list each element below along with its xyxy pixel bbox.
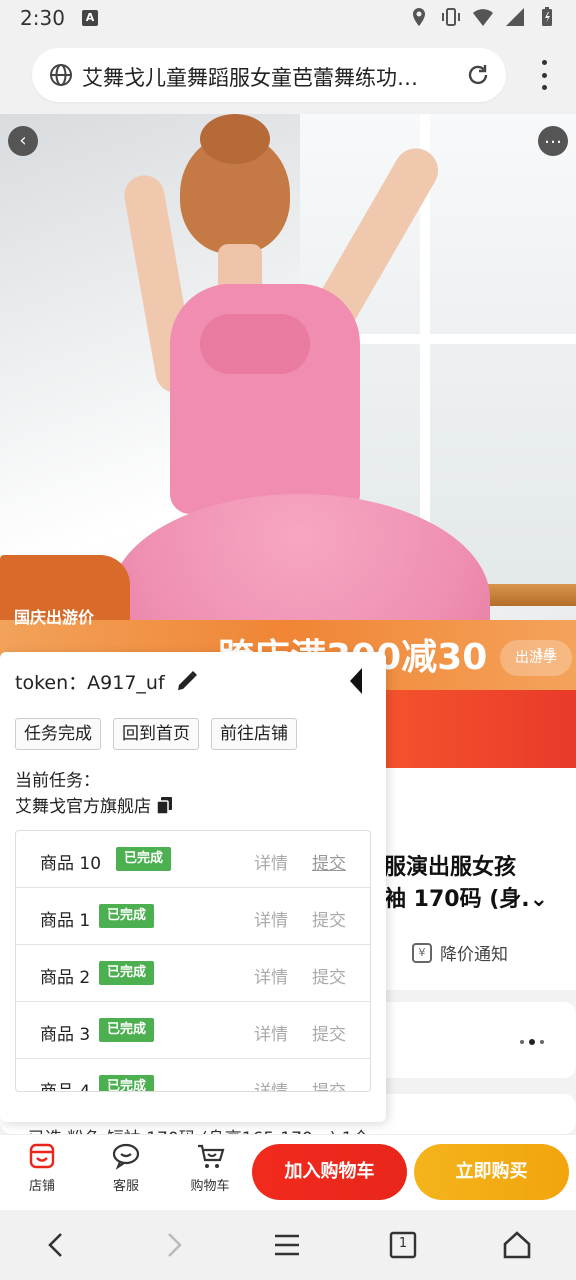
promo-tag-text: 国庆出游价	[14, 608, 95, 627]
price-notify-button[interactable]: ¥ 降价通知	[412, 940, 508, 965]
service-button[interactable]: 客服	[96, 1141, 156, 1194]
buy-now-button[interactable]: 立即购买	[414, 1144, 569, 1200]
cart-label: 购物车	[190, 1179, 230, 1194]
current-task-label: 当前任务：	[15, 771, 100, 791]
cart-icon	[198, 1144, 225, 1168]
signal-icon	[504, 6, 526, 28]
copy-icon[interactable]	[155, 795, 175, 815]
tabs-count: 1	[398, 1236, 408, 1251]
current-task: 艾舞戈官方旗舰店	[15, 792, 175, 817]
item-name: 商品 10	[40, 854, 102, 874]
token-value: A917_uf	[87, 672, 165, 694]
detail-link[interactable]: 详情	[254, 1020, 288, 1045]
status-badge: 已完成	[99, 961, 155, 985]
back-icon[interactable]: ‹	[8, 126, 38, 156]
detail-link[interactable]: 详情	[254, 1077, 288, 1091]
task-complete-button[interactable]: 任务完成	[15, 718, 101, 750]
collapse-triangle-icon[interactable]	[346, 666, 366, 696]
current-task-name: 艾舞戈官方旗舰店	[15, 797, 151, 817]
image-counter: 1/5	[536, 646, 556, 660]
status-time: 2:30	[20, 6, 65, 30]
more-icon[interactable]: …	[538, 126, 568, 156]
price-notify-label: 降价通知	[440, 945, 508, 965]
battery-icon	[536, 6, 558, 28]
price-notify-icon: ¥	[412, 942, 432, 963]
token-label: token：	[15, 672, 88, 694]
back-home-button[interactable]: 回到首页	[113, 718, 199, 750]
service-label: 客服	[112, 1179, 139, 1194]
item-list: 商品 10 已完成 详情 提交 商品 1 已完成 详情 提交 商品 2 已完成 …	[15, 830, 371, 1092]
shop-label: 店铺	[28, 1179, 55, 1194]
item-name: 商品 1	[40, 911, 91, 931]
address-bar[interactable]: 艾舞戈儿童舞蹈服女童芭蕾舞练功…	[32, 48, 506, 102]
status-icons	[408, 6, 558, 28]
status-badge: 已完成	[99, 1018, 155, 1042]
item-name: 商品 2	[40, 968, 91, 988]
add-to-cart-button[interactable]: 加入购物车	[252, 1144, 407, 1200]
url-title[interactable]: 艾舞戈儿童舞蹈服女童芭蕾舞练功…	[82, 62, 448, 92]
list-item: 商品 10 已完成 详情 提交	[16, 831, 370, 888]
shop-icon	[29, 1143, 55, 1169]
browser-toolbar: 艾舞戈儿童舞蹈服女童芭蕾舞练功…	[0, 36, 576, 114]
submit-link[interactable]: 提交	[312, 963, 346, 988]
detail-link[interactable]: 详情	[254, 963, 288, 988]
token-line: token：A917_uf	[15, 668, 165, 695]
home-icon[interactable]	[500, 1228, 534, 1262]
chat-icon	[112, 1143, 140, 1170]
tabs-button[interactable]: 1	[386, 1228, 420, 1262]
browser-menu-icon[interactable]	[542, 60, 548, 90]
wifi-icon	[472, 6, 494, 28]
detail-link[interactable]: 详情	[254, 849, 288, 874]
menu-icon[interactable]	[270, 1228, 304, 1262]
status-badge: 已完成	[99, 904, 155, 928]
product-action-bar: 店铺 客服 购物车 加入购物车 立即购买	[0, 1134, 576, 1210]
status-bar: 2:30 A	[0, 0, 576, 36]
vibrate-icon	[440, 6, 462, 28]
item-name: 商品 4	[40, 1082, 91, 1092]
reload-icon[interactable]	[464, 61, 492, 89]
item-name: 商品 3	[40, 1025, 91, 1045]
globe-icon	[50, 64, 72, 86]
status-a-icon: A	[82, 10, 98, 26]
goto-shop-button[interactable]: 前往店铺	[211, 718, 297, 750]
list-item: 商品 4 已完成 详情 提交	[16, 1059, 370, 1092]
submit-link[interactable]: 提交	[312, 906, 346, 931]
product-title-fragment: 服演出服女孩 袖 170码 (身.⌄	[384, 855, 549, 912]
panel-button-row: 任务完成 回到首页 前往店铺	[15, 718, 297, 750]
status-badge: 已完成	[99, 1075, 155, 1091]
cart-button[interactable]: 购物车	[180, 1141, 240, 1194]
submit-link[interactable]: 提交	[312, 1077, 346, 1091]
task-panel: token：A917_uf 任务完成 回到首页 前往店铺 当前任务： 艾舞戈官方…	[0, 652, 386, 1122]
back-nav-icon[interactable]	[40, 1228, 74, 1262]
location-icon	[408, 6, 430, 28]
submit-link[interactable]: 提交	[312, 1020, 346, 1045]
carousel-dots	[520, 1039, 544, 1045]
list-item: 商品 3 已完成 详情 提交	[16, 1002, 370, 1059]
pencil-icon[interactable]	[174, 668, 200, 694]
submit-link[interactable]: 提交	[312, 849, 346, 874]
forward-nav-icon[interactable]	[156, 1228, 190, 1262]
shop-button[interactable]: 店铺	[12, 1141, 72, 1194]
promo-secondary-banner	[380, 690, 576, 768]
browser-nav-bar: 1	[0, 1210, 576, 1280]
list-item: 商品 2 已完成 详情 提交	[16, 945, 370, 1002]
status-badge: 已完成	[116, 847, 172, 871]
list-item: 商品 1 已完成 详情 提交	[16, 888, 370, 945]
detail-link[interactable]: 详情	[254, 906, 288, 931]
